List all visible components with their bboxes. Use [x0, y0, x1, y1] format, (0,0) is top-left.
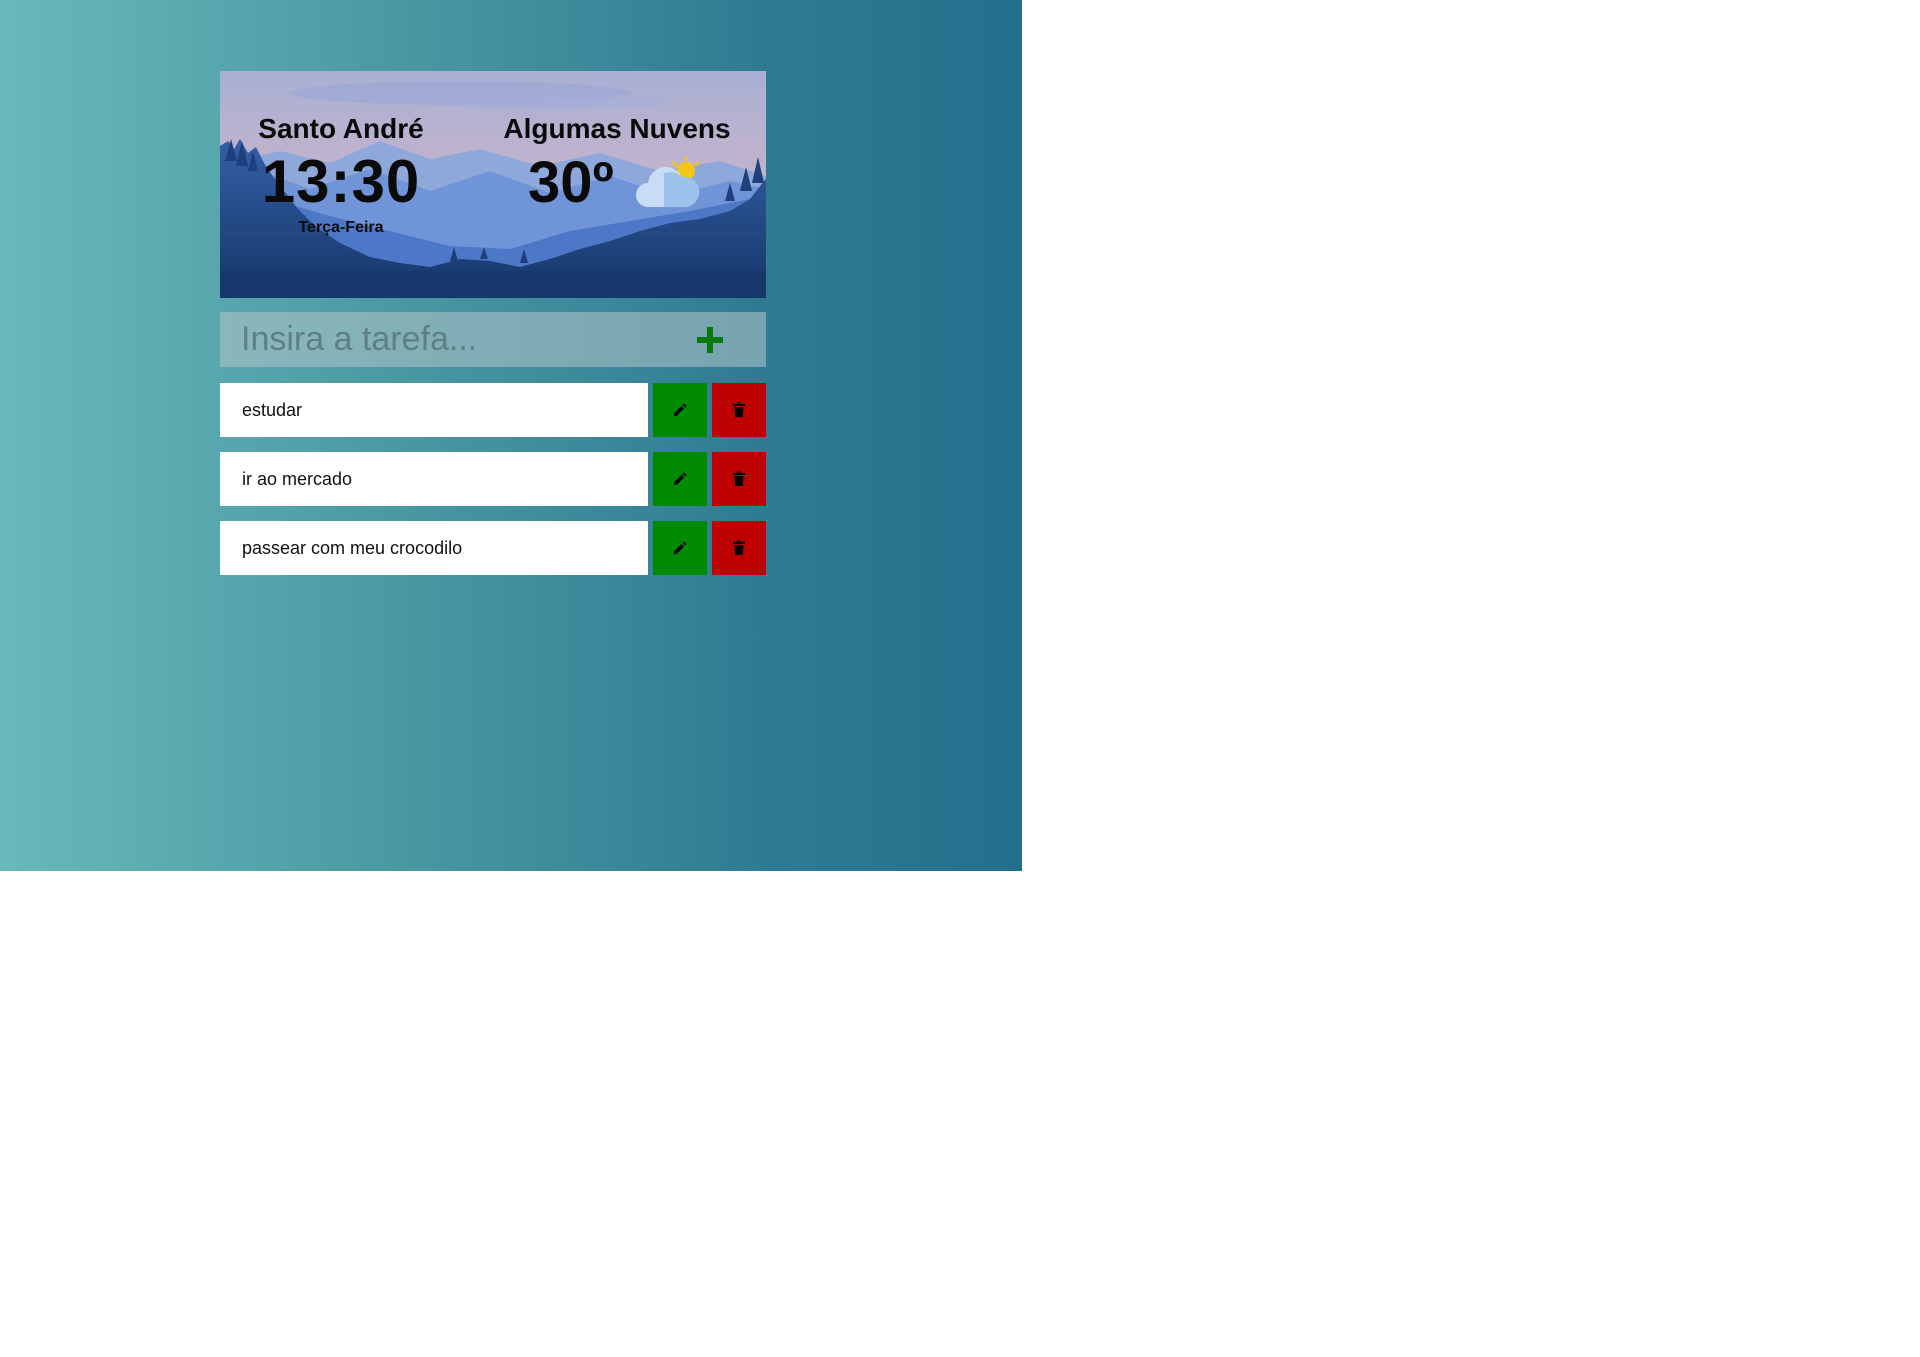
partly-cloudy-icon [636, 157, 700, 207]
trash-icon [733, 402, 745, 417]
pencil-icon [674, 541, 687, 554]
task-item: estudar [220, 383, 766, 437]
plus-icon [697, 327, 723, 353]
add-task-button[interactable] [686, 316, 734, 364]
delete-task-button[interactable] [712, 521, 766, 575]
trash-icon [733, 540, 745, 555]
pencil-icon [674, 403, 687, 416]
delete-task-button[interactable] [712, 383, 766, 437]
edit-task-button[interactable] [653, 452, 707, 506]
task-text: estudar [220, 383, 648, 437]
delete-task-button[interactable] [712, 452, 766, 506]
task-input-bar [220, 312, 766, 367]
city-name: Santo André [258, 113, 424, 144]
task-text: passear com meu crocodilo [220, 521, 648, 575]
current-time: 13:30 [261, 148, 421, 215]
pencil-icon [674, 472, 687, 485]
temperature: 30º [528, 150, 614, 215]
edit-task-button[interactable] [653, 383, 707, 437]
weather-card: Santo André 13:30 Terça-Feira Algumas Nu… [220, 71, 766, 298]
app-background: Santo André 13:30 Terça-Feira Algumas Nu… [0, 0, 1022, 871]
edit-task-button[interactable] [653, 521, 707, 575]
trash-icon [733, 471, 745, 486]
task-item: ir ao mercado [220, 452, 766, 506]
weather-condition: Algumas Nuvens [503, 113, 731, 144]
task-input[interactable] [220, 312, 670, 367]
weekday-label: Terça-Feira [298, 219, 384, 236]
task-text: ir ao mercado [220, 452, 648, 506]
task-item: passear com meu crocodilo [220, 521, 766, 575]
